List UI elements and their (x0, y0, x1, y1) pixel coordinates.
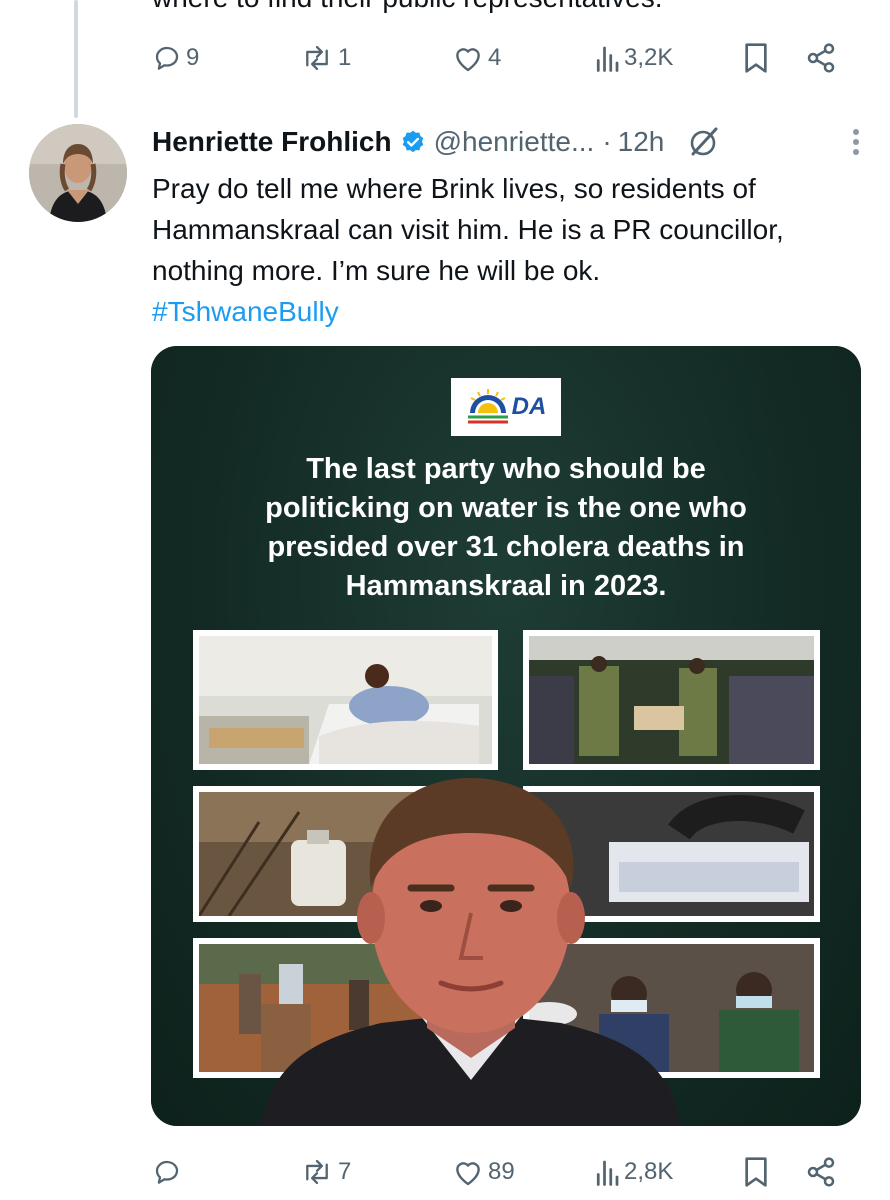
views-count: 2,8K (624, 1158, 674, 1185)
like-button[interactable]: 4 (452, 43, 501, 73)
tweet-body: Pray do tell me where Brink lives, so re… (152, 168, 862, 332)
tweet-text-line: Pray do tell me where Brink lives, so re… (152, 173, 756, 204)
repost-button[interactable]: 1 (300, 43, 351, 73)
grok-icon[interactable] (686, 124, 722, 160)
da-logo-text: DA (511, 393, 547, 420)
share-button[interactable] (804, 1156, 838, 1188)
tweet-text-line: nothing more. I’m sure he will be ok. (152, 255, 601, 286)
like-button[interactable]: 89 (452, 1157, 515, 1187)
views-icon (594, 1157, 620, 1187)
reply-button[interactable]: 9 (152, 43, 199, 73)
portrait-cutout (241, 748, 701, 1126)
views-icon (594, 43, 620, 73)
share-icon (804, 1156, 838, 1188)
like-count: 89 (488, 1158, 515, 1185)
headline-line: The last party who should be (306, 453, 706, 485)
headline-line: presided over 31 cholera deaths in (267, 531, 745, 563)
verified-badge-icon (400, 129, 426, 155)
avatar-image (29, 124, 127, 222)
avatar[interactable] (29, 124, 127, 222)
reply-count: 9 (186, 44, 200, 71)
reply-icon (152, 43, 182, 73)
bookmark-icon (742, 1156, 770, 1188)
repost-button[interactable]: 7 (300, 1157, 351, 1187)
author-name[interactable]: Henriette Frohlich (152, 126, 392, 158)
previous-tweet-text: where to find their public representativ… (152, 0, 663, 14)
repost-count: 7 (338, 1158, 352, 1185)
separator-dot: · (602, 126, 612, 157)
tweet-timestamp[interactable]: 12h (618, 126, 665, 158)
like-count: 4 (488, 44, 502, 71)
thread-connector-line (74, 0, 78, 118)
share-button[interactable] (804, 42, 838, 74)
headline-line: Hammanskraal in 2023. (345, 570, 667, 602)
tweet-text-line: Hammanskraal can visit him. He is a PR c… (152, 214, 784, 245)
heart-icon (452, 43, 484, 73)
views-button[interactable]: 2,8K (594, 1157, 673, 1187)
tweet-header: Henriette Frohlich @henriette... · 12h (152, 122, 862, 162)
da-logo: DA (451, 378, 561, 436)
da-sun-icon (467, 389, 508, 424)
media-headline: The last party who should be politicking… (171, 450, 841, 606)
tweet-media-image[interactable]: DA The last party who should be politick… (151, 346, 861, 1126)
tweet-actions: 7 89 2,8K (152, 1152, 850, 1192)
repost-icon (300, 1157, 334, 1187)
previous-tweet-actions: 9 1 4 3,2K (152, 38, 850, 78)
headline-line: politicking on water is the one who (265, 492, 747, 524)
views-button[interactable]: 3,2K (594, 43, 673, 73)
bookmark-button[interactable] (742, 1156, 770, 1188)
heart-icon (452, 1157, 484, 1187)
share-icon (804, 42, 838, 74)
views-count: 3,2K (624, 44, 674, 71)
reply-button[interactable] (152, 1157, 186, 1187)
bookmark-icon (742, 42, 770, 74)
author-handle[interactable]: @henriette... (434, 126, 595, 158)
reply-icon (152, 1157, 182, 1187)
hashtag-link[interactable]: #TshwaneBully (152, 291, 862, 332)
repost-icon (300, 43, 334, 73)
more-options-icon[interactable] (850, 124, 862, 160)
repost-count: 1 (338, 44, 352, 71)
bookmark-button[interactable] (742, 42, 770, 74)
